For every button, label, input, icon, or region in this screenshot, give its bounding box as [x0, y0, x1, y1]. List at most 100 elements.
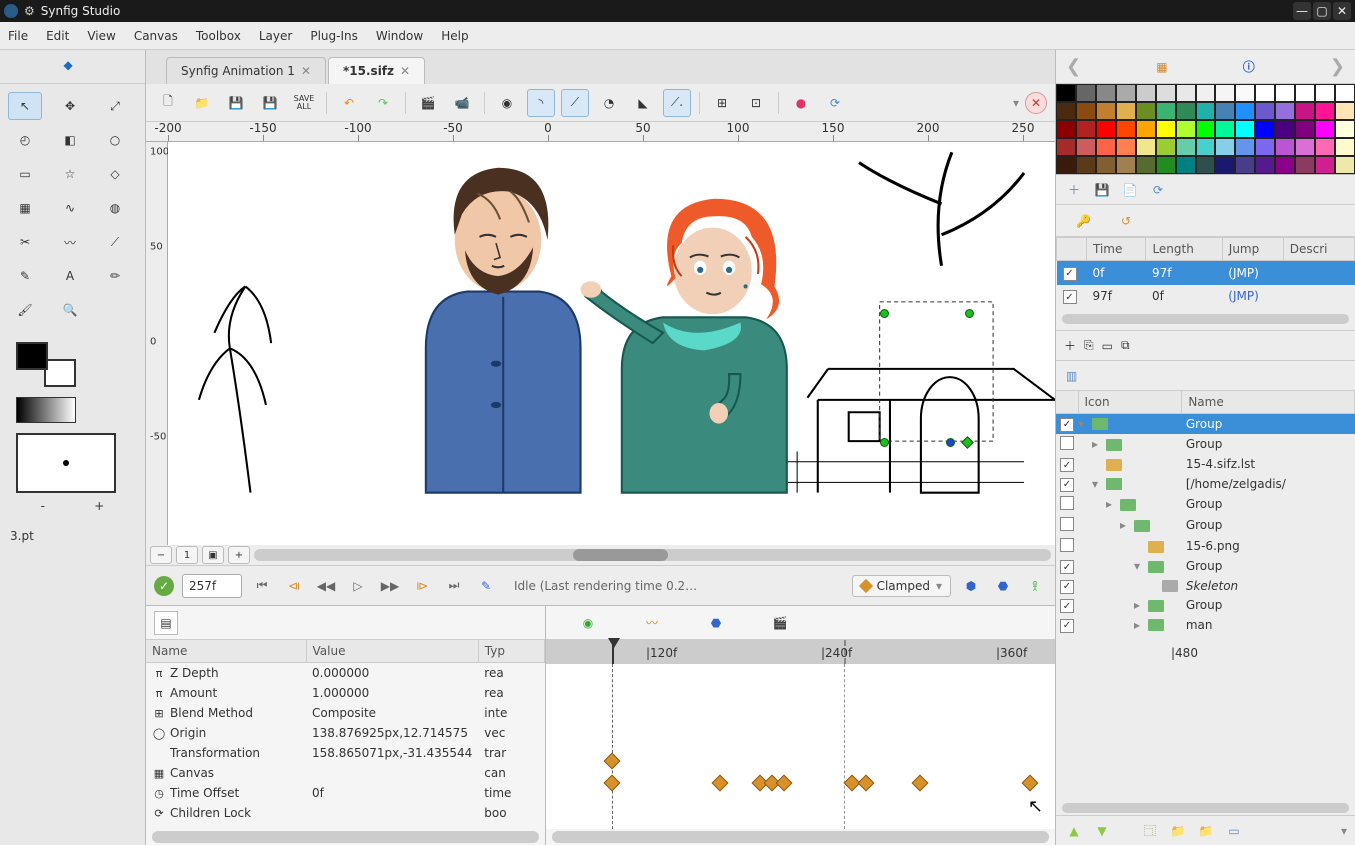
palette-swatch[interactable]	[1136, 120, 1156, 138]
zoom-fit-button[interactable]: ▣	[202, 546, 224, 564]
timeline-tab3-icon[interactable]: ⬣	[704, 611, 728, 635]
palette-swatch[interactable]	[1076, 156, 1096, 174]
palette-save-icon[interactable]: 💾	[1092, 180, 1112, 200]
palette-swatch[interactable]	[1315, 120, 1335, 138]
param-row[interactable]: Transformation158.865071px,-31.435544tra…	[146, 743, 545, 763]
palette-swatch[interactable]	[1215, 84, 1235, 102]
palette-open-icon[interactable]: 📄	[1120, 180, 1140, 200]
palette-swatch[interactable]	[1196, 84, 1216, 102]
palette-swatch[interactable]	[1315, 156, 1335, 174]
new-file-icon[interactable]: 🗋	[154, 89, 182, 117]
kf-col-time[interactable]: Time	[1087, 238, 1146, 261]
layer-row[interactable]: 15-4.sifz.lst	[1056, 455, 1355, 475]
save-all-icon[interactable]: SAVEALL	[290, 89, 318, 117]
minimize-button[interactable]: —	[1293, 2, 1311, 20]
snap-vertex-icon[interactable]: ◣	[629, 89, 657, 117]
palette-swatch[interactable]	[1076, 138, 1096, 156]
cut-tool[interactable]: ✂	[8, 228, 42, 256]
kf-props-icon[interactable]: ⧉	[1121, 338, 1130, 353]
h-scrollbar[interactable]	[254, 549, 1051, 561]
palette-swatch[interactable]	[1335, 138, 1355, 156]
palette-swatch[interactable]	[1255, 102, 1275, 120]
palette-swatch[interactable]	[1136, 156, 1156, 174]
timeline-body[interactable]: ↖	[546, 664, 1055, 829]
menu-canvas[interactable]: Canvas	[134, 29, 178, 43]
keyframes-tab-icon[interactable]: 🔑	[1076, 214, 1091, 228]
params-col-name[interactable]: Name	[146, 640, 306, 663]
layer-new-icon[interactable]: 📁	[1168, 821, 1188, 841]
info-icon[interactable]: ⓘ	[1243, 58, 1255, 75]
palette-swatch[interactable]	[1235, 120, 1255, 138]
palette-swatch[interactable]	[1235, 138, 1255, 156]
stickman-icon[interactable]: 𖨆	[1023, 574, 1047, 598]
handle[interactable]	[880, 438, 889, 447]
preview-icon[interactable]: 📹	[448, 89, 476, 117]
show-handles-icon[interactable]: ⟋.	[663, 89, 691, 117]
palette-swatch[interactable]	[1295, 102, 1315, 120]
close-tab-icon[interactable]: ✕	[301, 64, 311, 78]
palette-swatch[interactable]	[1215, 102, 1235, 120]
prev-panel-icon[interactable]: ❮	[1066, 56, 1081, 77]
layer-visible-checkbox[interactable]	[1060, 538, 1074, 552]
layer-menu-icon[interactable]: ▾	[1341, 824, 1347, 838]
layer-visible-checkbox[interactable]	[1060, 560, 1074, 574]
layer-row[interactable]: ▸ Group	[1056, 434, 1355, 455]
history-tab-icon[interactable]: ↺	[1121, 214, 1131, 228]
palette-swatch[interactable]	[1096, 156, 1116, 174]
polygon-tool[interactable]: ◇	[98, 160, 132, 188]
keyframe-toggle-icon[interactable]: ⬢	[959, 574, 983, 598]
menu-window[interactable]: Window	[376, 29, 423, 43]
zoom-in-button[interactable]: +	[228, 546, 250, 564]
seek-prev-key-icon[interactable]: ⧏	[282, 574, 306, 598]
sketch-tool[interactable]: ✏	[98, 262, 132, 290]
palette-swatch[interactable]	[1136, 102, 1156, 120]
layer-row[interactable]: 15-6.png	[1056, 536, 1355, 557]
undo-icon[interactable]: ↶	[335, 89, 363, 117]
handle[interactable]	[946, 438, 955, 447]
interpolation-combo[interactable]: Clamped▾	[852, 575, 951, 597]
palette-swatch[interactable]	[1076, 102, 1096, 120]
next-panel-icon[interactable]: ❯	[1330, 56, 1345, 77]
timeline-tab1-icon[interactable]: ◉	[576, 611, 600, 635]
palette-swatch[interactable]	[1076, 84, 1096, 102]
color-palette[interactable]	[1056, 84, 1355, 175]
layer-up-icon[interactable]: ▲	[1064, 821, 1084, 841]
timeline-tab2-icon[interactable]: 〰	[640, 611, 664, 635]
palette-swatch[interactable]	[1116, 120, 1136, 138]
palette-swatch[interactable]	[1136, 84, 1156, 102]
keyframe-lock-icon[interactable]: ✓	[154, 576, 174, 596]
draw-tool[interactable]: 〰	[53, 228, 87, 256]
palette-swatch[interactable]	[1255, 84, 1275, 102]
param-row[interactable]: ⟳Children Lockboo	[146, 803, 545, 823]
layer-visible-checkbox[interactable]	[1060, 580, 1074, 594]
grid-icon[interactable]: ⊞	[708, 89, 736, 117]
palette-swatch[interactable]	[1156, 138, 1176, 156]
palette-swatch[interactable]	[1176, 102, 1196, 120]
handle[interactable]	[880, 309, 889, 318]
palette-swatch[interactable]	[1056, 120, 1076, 138]
param-row[interactable]: πAmount1.000000rea	[146, 683, 545, 703]
palette-swatch[interactable]	[1076, 120, 1096, 138]
palette-swatch[interactable]	[1275, 120, 1295, 138]
snap-tangent-icon[interactable]: ◝	[527, 89, 555, 117]
text-tool[interactable]: A	[53, 262, 87, 290]
width-tool[interactable]: ⟋	[98, 228, 132, 256]
save-as-icon[interactable]: 💾	[256, 89, 284, 117]
doc-tab[interactable]: *15.sifz✕	[328, 57, 425, 84]
menu-plug-ins[interactable]: Plug-Ins	[310, 29, 358, 43]
timeline-tab4-icon[interactable]: 🎬	[768, 611, 792, 635]
layer-row[interactable]: Skeleton	[1056, 576, 1355, 596]
pointer-tool[interactable]: ↖	[8, 92, 42, 120]
param-row[interactable]: ◷Time Offset0ftime	[146, 783, 545, 803]
palette-swatch[interactable]	[1136, 138, 1156, 156]
palette-swatch[interactable]	[1096, 138, 1116, 156]
maximize-button[interactable]: ▢	[1313, 2, 1331, 20]
layer-down-icon[interactable]: ▼	[1092, 821, 1112, 841]
save-icon[interactable]: 💾	[222, 89, 250, 117]
current-frame-input[interactable]	[182, 574, 242, 598]
bg-color[interactable]	[44, 359, 76, 387]
brush-icon[interactable]: ✎	[474, 574, 498, 598]
brush-preview[interactable]	[16, 433, 116, 493]
color-swatches[interactable]	[16, 342, 76, 387]
param-row[interactable]: ⊞Blend MethodCompositeinte	[146, 703, 545, 723]
